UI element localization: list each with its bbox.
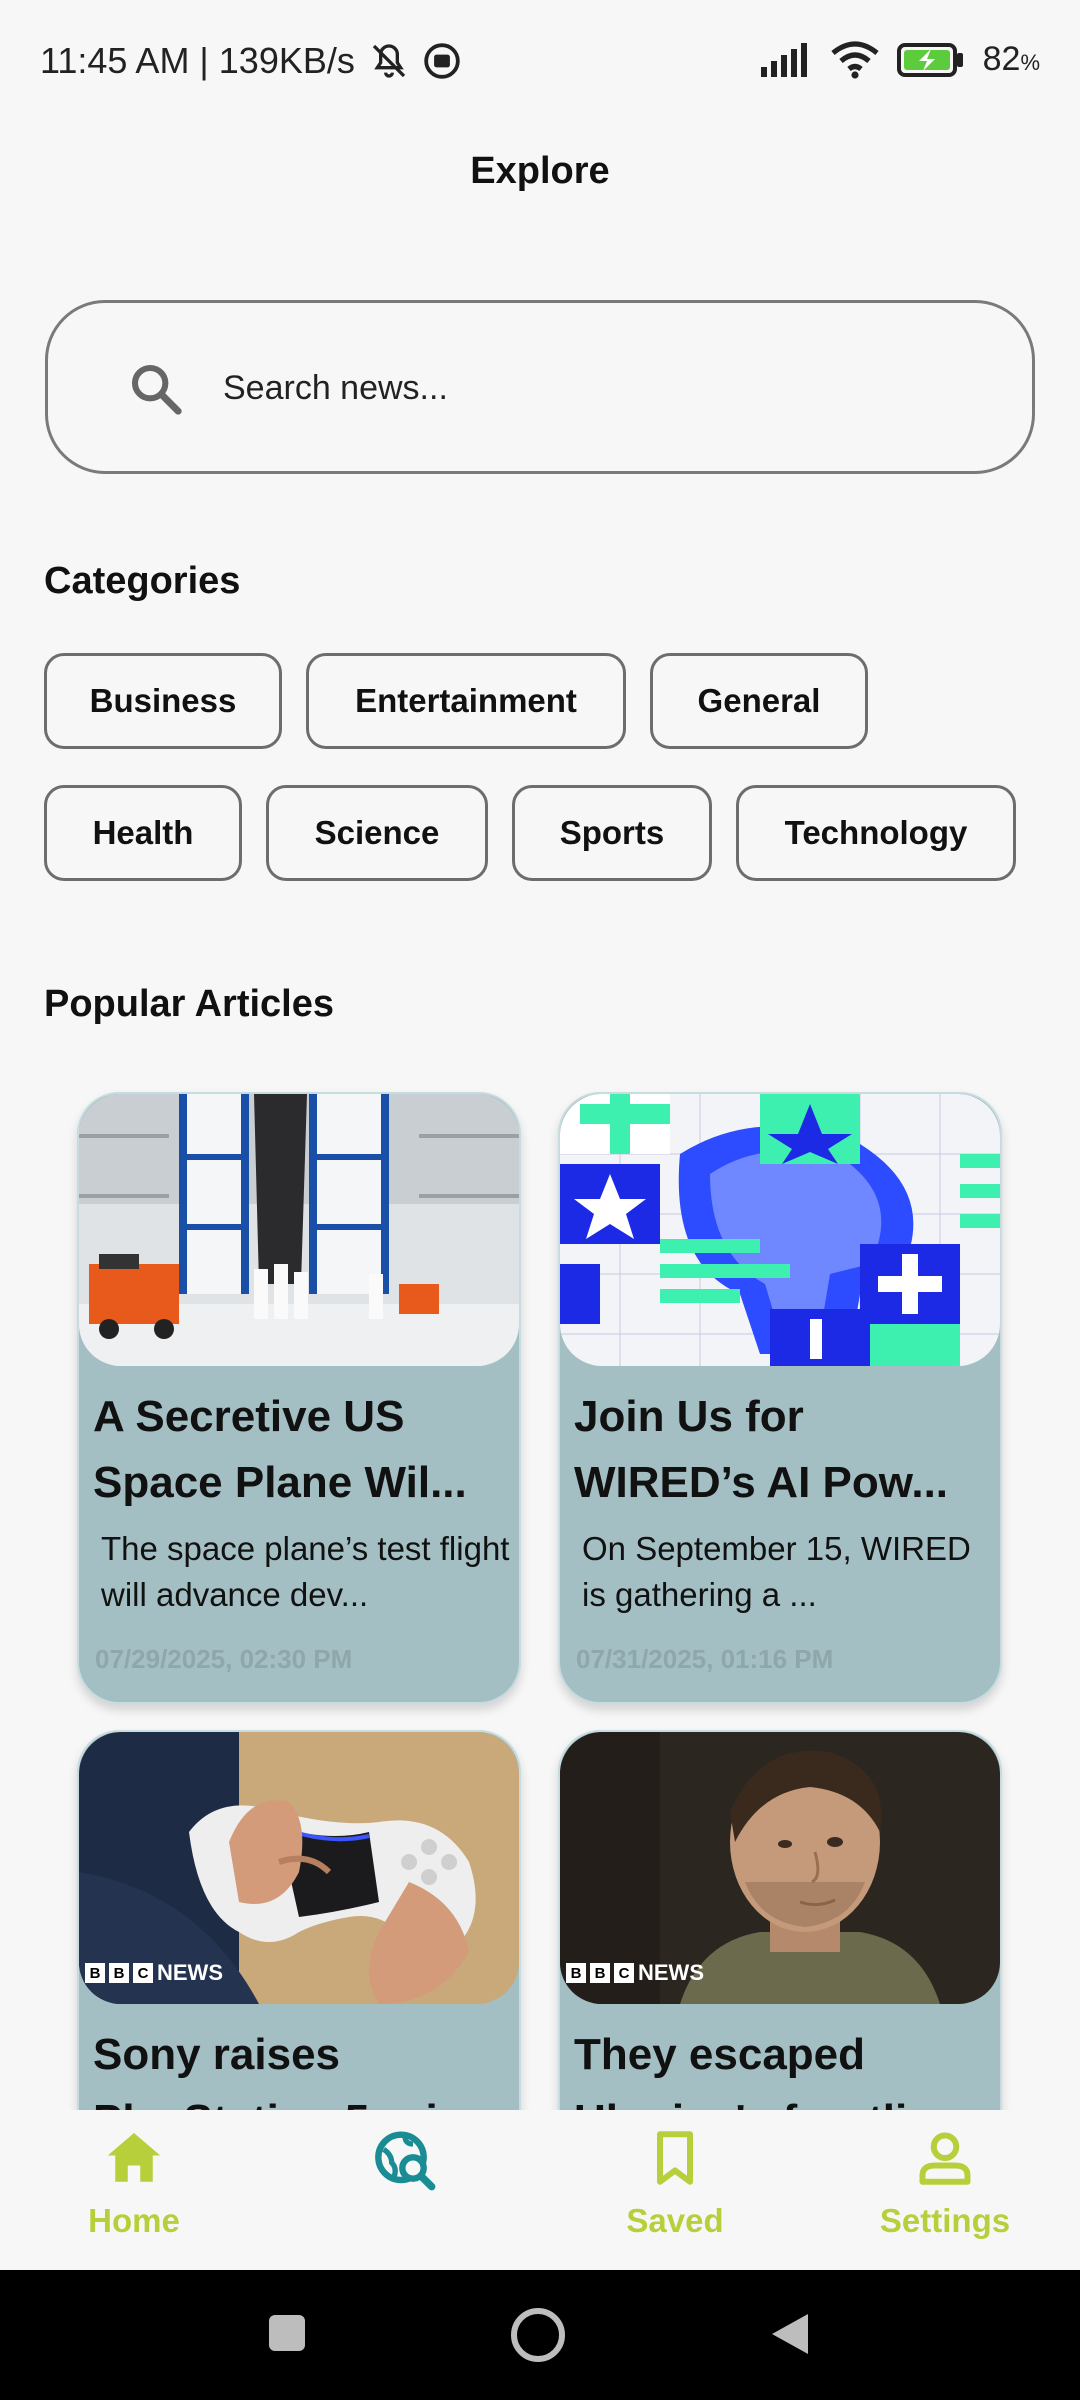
article-card[interactable]: A Secretive US Space Plane Wil... The sp… bbox=[77, 1092, 521, 1704]
category-chip-science[interactable]: Science bbox=[266, 785, 488, 881]
category-chip-business[interactable]: Business bbox=[44, 653, 282, 749]
bbc-logo-block-b: B bbox=[85, 1963, 105, 1983]
article-image bbox=[560, 1094, 1000, 1366]
article-card[interactable]: Join Us for WIRED’s AI Pow... On Septemb… bbox=[558, 1092, 1002, 1704]
signal-icon bbox=[760, 42, 807, 77]
bbc-news-badge: B B C NEWS bbox=[566, 1960, 704, 1986]
bbc-logo-block-c: C bbox=[133, 1963, 153, 1983]
article-title: A Secretive US Space Plane Wil... bbox=[93, 1392, 467, 1507]
search-icon bbox=[131, 364, 182, 415]
nav-item-settings[interactable]: Settings bbox=[845, 2128, 1045, 2240]
battery-charging-icon bbox=[896, 42, 963, 77]
nav-item-saved[interactable]: Saved bbox=[575, 2128, 775, 2240]
space-plane-photo bbox=[79, 1094, 519, 1366]
articles-grid: A Secretive US Space Plane Wil... The sp… bbox=[0, 1080, 1080, 2110]
article-date: 07/29/2025, 02:30 PM bbox=[95, 1644, 353, 1674]
battery-percent: 82% bbox=[983, 40, 1040, 79]
battery-unit: % bbox=[1020, 50, 1040, 75]
article-title: Join Us for WIRED’s AI Pow... bbox=[574, 1392, 949, 1507]
source-badge-label: NEWS bbox=[638, 1960, 704, 1985]
article-title: They escaped Ukraine's frontli... bbox=[574, 2030, 944, 2110]
recent-apps-button[interactable] bbox=[267, 2313, 307, 2353]
article-image: B B C NEWS bbox=[79, 1732, 519, 2004]
status-left: 11:45 AM | 139KB/s bbox=[40, 40, 461, 82]
bbc-logo-block-c: C bbox=[614, 1963, 634, 1983]
wired-ai-illustration bbox=[560, 1094, 1000, 1366]
nav-label-home: Home bbox=[88, 2202, 180, 2239]
article-card[interactable]: B B C NEWS They escaped Ukraine's frontl… bbox=[558, 1730, 1002, 2110]
battery-value: 82 bbox=[982, 40, 1021, 78]
status-bar: 11:45 AM | 139KB/s 82% bbox=[0, 0, 1080, 130]
category-chip-entertainment[interactable]: Entertainment bbox=[306, 653, 626, 749]
category-chip-health[interactable]: Health bbox=[44, 785, 242, 881]
bbc-logo-block-b2: B bbox=[109, 1963, 129, 1983]
back-button[interactable] bbox=[768, 2310, 812, 2358]
bbc-logo-block-b: B bbox=[566, 1963, 586, 1983]
category-chip-sports[interactable]: Sports bbox=[512, 785, 712, 881]
status-time: 11:45 AM | 139KB/s bbox=[40, 40, 355, 81]
article-description: On September 15, WIRED is gathering a ..… bbox=[582, 1530, 971, 1613]
explore-search-icon bbox=[375, 2131, 436, 2191]
system-nav-bar bbox=[0, 2270, 1080, 2400]
nav-label-settings: Settings bbox=[879, 2202, 1011, 2239]
categories-row-2: Health Science Sports Technology bbox=[44, 785, 1016, 881]
popular-articles-heading: Popular Articles bbox=[44, 983, 335, 1025]
search-input[interactable] bbox=[223, 353, 983, 423]
page-title: Explore bbox=[470, 150, 610, 192]
nav-label-saved: Saved bbox=[626, 2202, 724, 2239]
nav-item-home[interactable]: Home bbox=[34, 2128, 234, 2240]
bbc-logo-block-b2: B bbox=[590, 1963, 610, 1983]
wifi-icon bbox=[830, 40, 879, 79]
article-description: The space plane’s test flight will advan… bbox=[101, 1530, 510, 1613]
search-box[interactable] bbox=[45, 300, 1035, 474]
categories-row-1: Business Entertainment General bbox=[44, 653, 868, 749]
category-chip-general[interactable]: General bbox=[650, 653, 868, 749]
article-date: 07/31/2025, 01:16 PM bbox=[576, 1644, 834, 1674]
status-right: 82% bbox=[760, 40, 1040, 79]
home-button[interactable] bbox=[510, 2307, 566, 2363]
article-image bbox=[79, 1094, 519, 1366]
home-icon bbox=[107, 2133, 161, 2182]
article-title: Sony raises PlayStation 5 pri... bbox=[93, 2030, 474, 2110]
mute-bell-icon bbox=[372, 44, 406, 78]
article-image: B B C NEWS bbox=[560, 1732, 1000, 2004]
bookmark-icon bbox=[657, 2131, 693, 2185]
article-card[interactable]: B B C NEWS Sony raises PlayStation 5 pri… bbox=[77, 1730, 521, 2110]
person-icon bbox=[919, 2132, 971, 2185]
bottom-nav: Home Saved Settings bbox=[0, 2110, 1080, 2270]
nav-item-explore[interactable] bbox=[305, 2128, 505, 2206]
record-icon bbox=[424, 43, 460, 79]
categories-heading: Categories bbox=[44, 560, 241, 602]
category-chip-technology[interactable]: Technology bbox=[736, 785, 1016, 881]
source-badge-label: NEWS bbox=[157, 1960, 223, 1985]
bbc-news-badge: B B C NEWS bbox=[85, 1960, 223, 1986]
